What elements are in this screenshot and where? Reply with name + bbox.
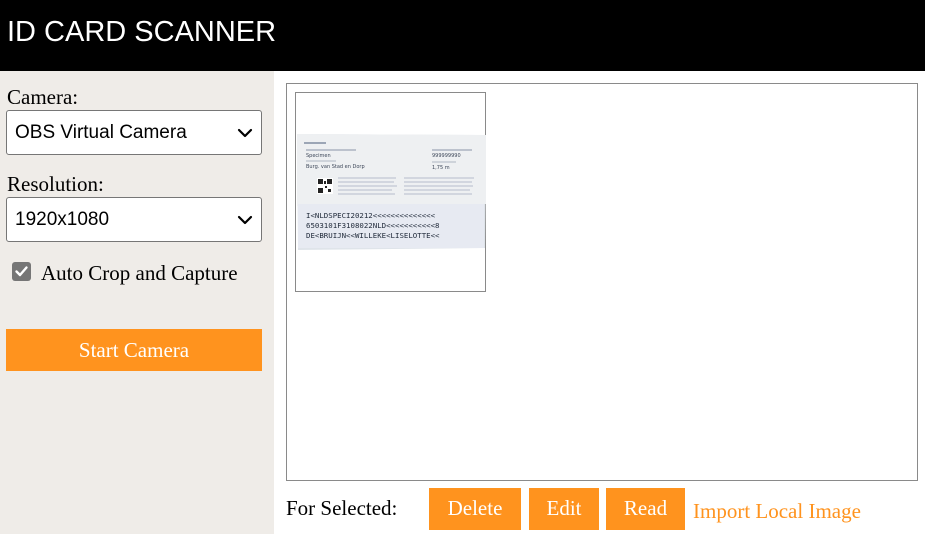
mrz-line-3: DE<BRUIJN<<WILLEKE<LISELOTTE<< [306,231,440,240]
start-camera-button[interactable]: Start Camera [6,329,262,371]
camera-select-value: OBS Virtual Camera [15,122,187,143]
id-card-image: Specimen Burg. van Stad en Dorp 99999999… [297,134,486,250]
resolution-select[interactable]: 1920x1080 [6,197,262,242]
mrz-line-2: 6503101F3108022NLD<<<<<<<<<<<8 [306,221,440,230]
app-header: ID CARD SCANNER [0,0,925,71]
card-number-text: 999999990 [432,153,461,159]
for-selected-label: For Selected: [286,496,398,520]
chevron-down-icon [237,128,253,138]
resolution-label: Resolution: [7,172,104,196]
auto-crop-checkbox[interactable] [12,262,31,281]
chevron-down-icon [237,215,253,225]
checkmark-icon [15,266,28,277]
auto-crop-label: Auto Crop and Capture [41,261,238,285]
camera-select[interactable]: OBS Virtual Camera [6,110,262,155]
qr-code-icon [317,178,333,194]
import-local-image-link[interactable]: Import Local Image [693,498,861,524]
main-panel: Specimen Burg. van Stad en Dorp 99999999… [274,71,925,534]
edit-button[interactable]: Edit [529,488,599,530]
card-name-text: Specimen [306,153,331,159]
card-height-text: 1,75 m [432,165,450,171]
camera-label: Camera: [7,85,79,109]
delete-button[interactable]: Delete [429,488,521,530]
image-gallery: Specimen Burg. van Stad en Dorp 99999999… [286,83,918,481]
gallery-thumbnail[interactable]: Specimen Burg. van Stad en Dorp 99999999… [295,92,486,292]
resolution-select-value: 1920x1080 [15,209,110,230]
app-title: ID CARD SCANNER [7,16,277,48]
card-place-text: Burg. van Stad en Dorp [306,164,365,170]
mrz-line-1: I<NLDSPECI20212<<<<<<<<<<<<<< [306,211,436,220]
read-button[interactable]: Read [606,488,685,530]
sidebar: Camera: OBS Virtual Camera Resolution: 1… [0,71,274,534]
